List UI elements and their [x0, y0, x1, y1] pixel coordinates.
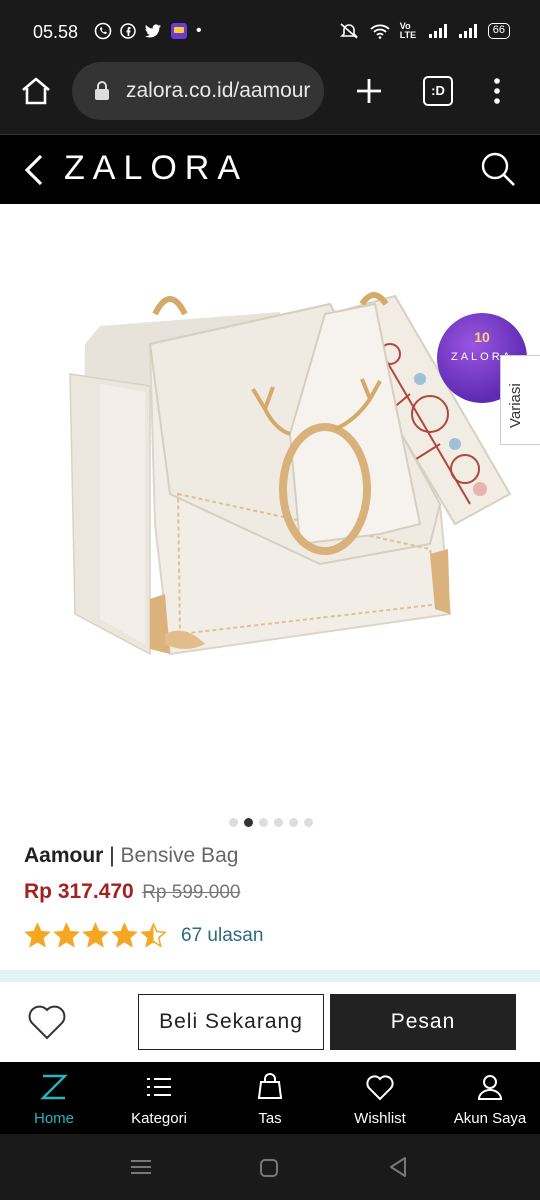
carousel-dot[interactable] — [259, 818, 268, 827]
order-button[interactable]: Pesan — [330, 994, 516, 1050]
price-block: Rp 317.470 Rp 599.000 — [24, 880, 240, 904]
more-menu-icon[interactable] — [490, 76, 504, 106]
carousel-indicator — [229, 818, 313, 827]
star-full-icon — [111, 922, 138, 948]
nav-home-label: Home — [33, 1110, 74, 1127]
carousel-dot[interactable] — [304, 818, 313, 827]
whatsapp-icon — [94, 22, 112, 40]
more-notifications-dot: • — [196, 22, 202, 39]
status-time: 05.58 — [33, 22, 79, 42]
rating-block[interactable]: 67 ulasan — [24, 922, 263, 949]
buy-now-button[interactable]: Beli Sekarang — [138, 994, 324, 1050]
bag-icon — [257, 1073, 283, 1099]
purchase-action-bar: Beli Sekarang Pesan — [0, 982, 540, 1062]
product-image-carousel[interactable]: 10 ZALORA Variasi — [0, 204, 540, 804]
brand-name[interactable]: Aamour — [24, 844, 103, 867]
variant-tab-label: Variasi — [507, 383, 524, 428]
notification-icons: • — [94, 22, 202, 40]
nav-account[interactable]: Akun Saya — [436, 1062, 540, 1134]
nav-kategori[interactable]: Kategori — [105, 1062, 213, 1134]
carousel-dot[interactable] — [229, 818, 238, 827]
nav-home[interactable]: Home — [0, 1062, 108, 1134]
bottom-navigation: Home Kategori Tas Wishlist Akun Saya — [0, 1062, 540, 1134]
home-system-icon[interactable] — [259, 1158, 279, 1178]
section-divider — [0, 970, 540, 982]
nav-tas[interactable]: Tas — [216, 1062, 324, 1134]
url-bar[interactable]: zalora.co.id/aamour — [72, 62, 324, 120]
back-chevron-icon[interactable] — [22, 153, 46, 187]
carousel-dot[interactable] — [289, 818, 298, 827]
original-price: Rp 599.000 — [142, 882, 241, 903]
product-title: Aamour | Bensive Bag — [24, 844, 238, 868]
system-icons: Vo LTE 66 — [338, 22, 510, 40]
sale-price: Rp 317.470 — [24, 880, 134, 903]
heart-icon — [366, 1075, 394, 1101]
variant-tab[interactable]: Variasi — [500, 355, 540, 445]
badge-number: 10 — [474, 329, 490, 345]
new-tab-icon[interactable] — [354, 76, 384, 106]
twitter-icon — [145, 24, 161, 38]
star-full-icon — [53, 922, 80, 948]
url-text: zalora.co.id/aamour — [126, 79, 311, 102]
battery-icon: 66 — [487, 23, 510, 39]
nav-wishlist[interactable]: Wishlist — [326, 1062, 434, 1134]
carousel-dot[interactable] — [244, 818, 253, 827]
user-icon — [477, 1075, 503, 1100]
back-system-icon[interactable] — [388, 1156, 408, 1178]
mute-icon — [339, 23, 358, 39]
nav-tas-label: Tas — [258, 1110, 282, 1127]
product-name: Bensive Bag — [120, 844, 239, 867]
system-navigation-bar — [0, 1134, 540, 1200]
review-count-link[interactable]: 67 ulasan — [181, 925, 263, 947]
recent-apps-icon[interactable] — [130, 1158, 152, 1176]
title-separator: | — [109, 844, 115, 867]
nav-account-label: Akun Saya — [453, 1110, 527, 1127]
home-icon[interactable] — [20, 76, 52, 106]
lock-icon — [95, 81, 109, 100]
star-rating — [24, 922, 169, 949]
signal-icon — [428, 24, 447, 38]
browser-toolbar: zalora.co.id/aamour :D — [0, 62, 540, 134]
nav-wishlist-label: Wishlist — [354, 1110, 406, 1127]
signal-icon-2 — [458, 24, 477, 38]
site-header: ZALORA — [0, 134, 540, 204]
live-app-icon — [171, 23, 187, 39]
product-bag-image — [69, 292, 512, 656]
carousel-dot[interactable] — [274, 818, 283, 827]
wifi-icon — [370, 24, 390, 39]
star-half-icon — [140, 922, 167, 948]
facebook-icon — [120, 23, 136, 39]
tab-switcher-button[interactable]: :D — [423, 76, 453, 106]
search-icon[interactable] — [480, 151, 516, 187]
star-full-icon — [82, 922, 109, 948]
volte-label: Vo LTE — [399, 21, 417, 40]
status-bar: 05.58 • Vo LTE 66 — [0, 0, 540, 62]
list-icon — [147, 1078, 171, 1096]
nav-kategori-label: Kategori — [131, 1110, 187, 1127]
zalora-z-icon — [40, 1074, 68, 1100]
wishlist-heart-icon[interactable] — [26, 1002, 68, 1042]
zalora-logo[interactable]: ZALORA — [64, 149, 248, 188]
star-full-icon — [24, 922, 51, 948]
